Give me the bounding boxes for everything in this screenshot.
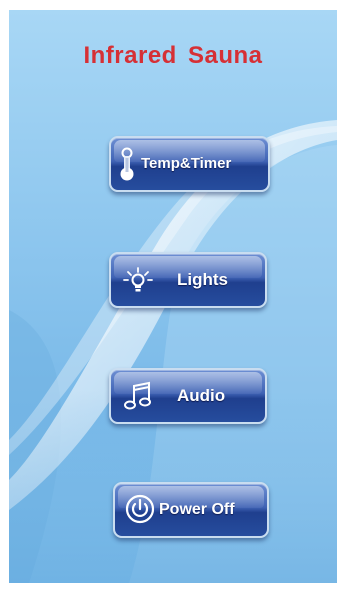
- power-off-label: Power Off: [159, 501, 235, 518]
- music-note-icon: [124, 381, 151, 410]
- temp-timer-button[interactable]: Temp&Timer: [109, 136, 270, 192]
- thermometer-icon: [120, 147, 134, 181]
- power-icon: [125, 494, 155, 524]
- power-off-button[interactable]: Power Off: [113, 482, 269, 538]
- lights-button[interactable]: Lights: [109, 252, 267, 308]
- lights-label: Lights: [177, 270, 228, 289]
- audio-button[interactable]: Audio: [109, 368, 267, 424]
- app-title: Infrared Sauna: [83, 42, 263, 69]
- sauna-control-panel: Infrared Sauna Temp&Timer Lights Audio P…: [9, 10, 337, 583]
- temp-timer-label: Temp&Timer: [141, 155, 232, 172]
- audio-label: Audio: [177, 386, 226, 405]
- lightbulb-icon: [123, 267, 153, 292]
- screen-frame: Infrared Sauna Temp&Timer Lights Audio P…: [0, 0, 346, 593]
